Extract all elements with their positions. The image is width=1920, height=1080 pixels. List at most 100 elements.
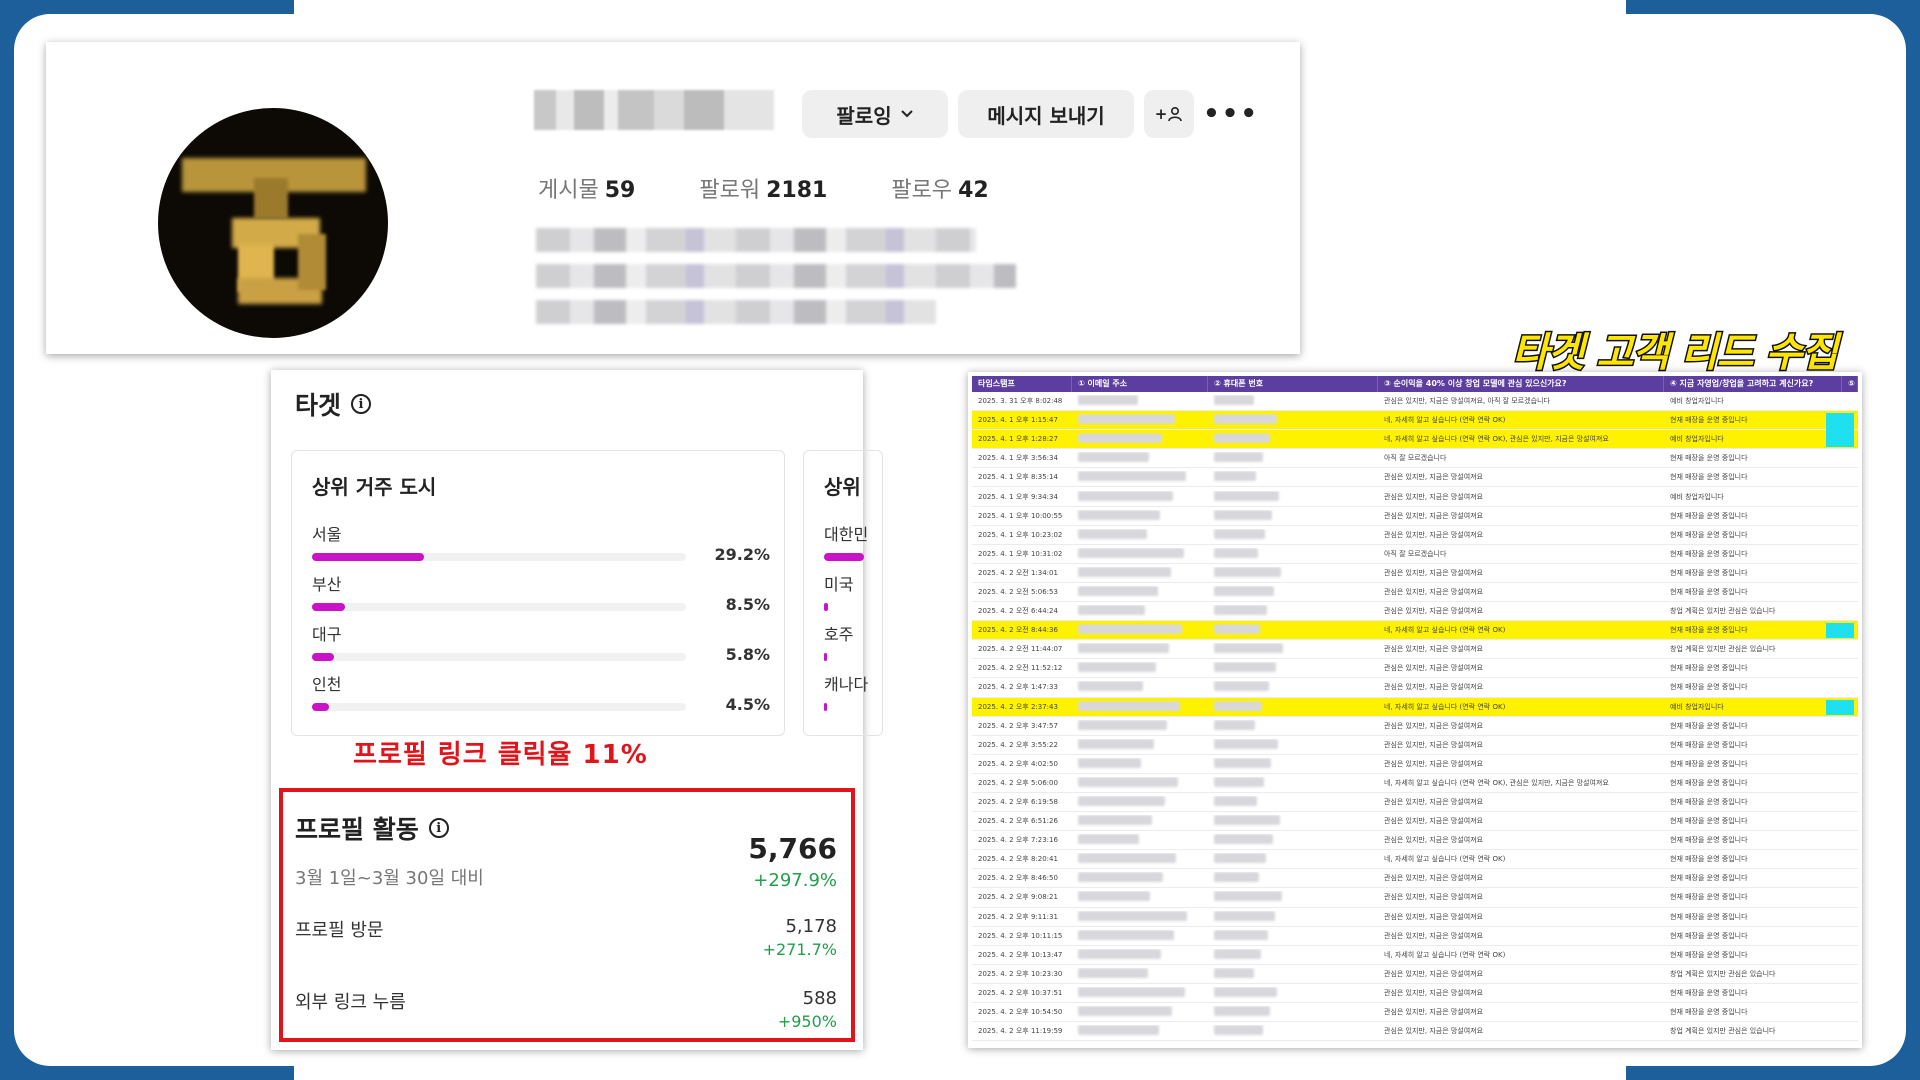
cell-phone-blurred[interactable] [1208,834,1378,846]
table-row[interactable]: 2025. 4. 2 오후 4:02:50 관심은 있지만, 지금은 망설여져요 현… [972,755,1858,774]
header-q4[interactable]: ④ 지금 자영업/창업을 고려하고 계신가요? [1664,376,1842,392]
cell-q3[interactable]: 관심은 있지만, 지금은 망설여져요 [1378,759,1664,769]
cell-q3[interactable]: 아직 잘 모르겠습니다 [1378,549,1664,559]
cell-timestamp[interactable]: 2025. 4. 2 오전 8:44:36 [972,625,1072,635]
cell-phone-blurred[interactable] [1208,452,1378,464]
header-email[interactable]: ① 이메일 주소 [1072,376,1208,392]
cell-q3[interactable]: 관심은 있지만, 지금은 망설여져요 [1378,969,1664,979]
cell-q3[interactable]: 관심은 있지만, 지금은 망설여져요 [1378,988,1664,998]
cell-q4[interactable]: 현재 매장을 운영 중입니다 [1664,549,1842,559]
cell-timestamp[interactable]: 2025. 4. 1 오후 10:23:02 [972,530,1072,540]
cell-phone-blurred[interactable] [1208,929,1378,942]
cell-timestamp[interactable]: 2025. 4. 1 오후 10:00:55 [972,511,1072,521]
cell-q4[interactable]: 창업 계획은 있지만 관심은 있습니다 [1664,644,1842,654]
cell-timestamp[interactable]: 2025. 4. 2 오후 7:23:16 [972,835,1072,845]
cell-email-blurred[interactable] [1072,910,1208,923]
cell-phone-blurred[interactable] [1208,414,1378,426]
cell-timestamp[interactable]: 2025. 4. 2 오후 6:51:26 [972,816,1072,826]
stat-posts[interactable]: 게시물 59 [538,172,635,204]
cell-q3[interactable]: 관심은 있지만, 지금은 망설여져요, 아직 잘 모르겠습니다 [1378,396,1664,406]
cell-email-blurred[interactable] [1072,834,1208,846]
table-row[interactable]: 2025. 4. 1 오후 3:56:34 아직 잘 모르겠습니다 현재 매장을 운… [972,449,1858,469]
cell-phone-blurred[interactable] [1208,585,1378,598]
cell-q4[interactable]: 현재 매장을 운영 중입니다 [1664,415,1842,425]
table-row[interactable]: 2025. 4. 2 오전 5:06:53 관심은 있지만, 지금은 망설여져요 현… [972,583,1858,603]
cell-email-blurred[interactable] [1072,719,1208,732]
cell-email-blurred[interactable] [1072,547,1208,560]
cell-timestamp[interactable]: 2025. 4. 1 오후 3:56:34 [972,453,1072,463]
cell-q4[interactable]: 현재 매장을 운영 중입니다 [1664,740,1842,750]
cell-q4[interactable]: 현재 매장을 운영 중입니다 [1664,625,1842,635]
table-row[interactable]: 2025. 4. 2 오전 11:52:12 관심은 있지만, 지금은 망설여져요… [972,659,1858,679]
cell-q3[interactable]: 관심은 있지만, 지금은 망설여져요 [1378,492,1664,502]
cell-email-blurred[interactable] [1072,528,1208,541]
cell-phone-blurred[interactable] [1208,490,1378,503]
cell-q3[interactable]: 관심은 있지만, 지금은 망설여져요 [1378,740,1664,750]
cell-email-blurred[interactable] [1072,585,1208,598]
cell-q3[interactable]: 관심은 있지만, 지금은 망설여져요 [1378,912,1664,922]
cell-q4[interactable]: 현재 매장을 운영 중입니다 [1664,721,1842,731]
cell-timestamp[interactable]: 2025. 4. 2 오후 9:08:21 [972,892,1072,902]
cell-q4[interactable]: 현재 매장을 운영 중입니다 [1664,530,1842,540]
table-row[interactable]: 2025. 3. 31 오후 8:02:48 관심은 있지만, 지금은 망설여져요… [972,392,1858,412]
cell-timestamp[interactable]: 2025. 4. 2 오후 2:37:43 [972,702,1072,712]
cell-q4[interactable]: 창업 계획은 있지만 관심은 있습니다 [1664,606,1842,616]
cell-q4[interactable]: 현재 매장을 운영 중입니다 [1664,1007,1842,1017]
cell-phone-blurred[interactable] [1208,509,1378,522]
cell-phone-blurred[interactable] [1208,395,1378,407]
cell-q3[interactable]: 관심은 있지만, 지금은 망설여져요 [1378,835,1664,845]
header-timestamp[interactable]: 타임스탬프 [972,376,1072,392]
cell-phone-blurred[interactable] [1208,643,1378,655]
cell-q3[interactable]: 관심은 있지만, 지금은 망설여져요 [1378,892,1664,902]
cell-q3[interactable]: 관심은 있지만, 지금은 망설여져요 [1378,1026,1664,1036]
cell-email-blurred[interactable] [1072,471,1208,483]
cell-q4[interactable]: 현재 매장을 운영 중입니다 [1664,472,1842,482]
cell-timestamp[interactable]: 2025. 4. 2 오전 5:06:53 [972,587,1072,597]
cell-q3[interactable]: 관심은 있지만, 지금은 망설여져요 [1378,530,1664,540]
table-row[interactable]: 2025. 4. 2 오후 10:11:15 관심은 있지만, 지금은 망설여져요… [972,927,1858,946]
add-person-button[interactable]: + [1144,90,1194,138]
table-row[interactable]: 2025. 4. 2 오후 9:08:21 관심은 있지만, 지금은 망설여져요 현… [972,888,1858,908]
cell-q4[interactable]: 예비 창업자입니다 [1664,702,1842,712]
table-row[interactable]: 2025. 4. 1 오후 10:00:55 관심은 있지만, 지금은 망설여져요… [972,507,1858,526]
cell-timestamp[interactable]: 2025. 4. 2 오후 3:47:57 [972,721,1072,731]
cell-timestamp[interactable]: 2025. 4. 2 오후 5:06:00 [972,778,1072,788]
table-row[interactable]: 2025. 4. 2 오후 3:55:22 관심은 있지만, 지금은 망설여져요 현… [972,736,1858,755]
cell-email-blurred[interactable] [1072,986,1208,999]
cell-q4[interactable]: 현재 매장을 운영 중입니다 [1664,663,1842,673]
cell-q3[interactable]: 관심은 있지만, 지금은 망설여져요 [1378,644,1664,654]
table-row[interactable]: 2025. 4. 2 오후 10:23:30 관심은 있지만, 지금은 망설여져요… [972,965,1858,984]
cell-q4[interactable]: 창업 계획은 있지만 관심은 있습니다 [1664,1026,1842,1036]
cell-email-blurred[interactable] [1072,395,1208,407]
cell-phone-blurred[interactable] [1208,1025,1378,1037]
cell-timestamp[interactable]: 2025. 4. 2 오후 10:13:47 [972,950,1072,960]
table-row[interactable]: 2025. 4. 2 오후 5:06:00 네, 자세히 알고 싶습니다 (연락 … [972,774,1858,793]
cell-email-blurred[interactable] [1072,1025,1208,1037]
table-row[interactable]: 2025. 4. 1 오후 8:35:14 관심은 있지만, 지금은 망설여져요 현… [972,468,1858,488]
cell-email-blurred[interactable] [1072,452,1208,464]
cell-q4[interactable]: 현재 매장을 운영 중입니다 [1664,835,1842,845]
stat-followers[interactable]: 팔로워 2181 [699,172,827,204]
cell-q4[interactable]: 예비 창업자입니다 [1664,492,1842,502]
cell-email-blurred[interactable] [1072,853,1208,865]
cell-email-blurred[interactable] [1072,414,1208,426]
cell-q3[interactable]: 네, 자세히 알고 싶습니다 (연락 연락 OK) [1378,625,1664,635]
header-q3[interactable]: ③ 순이익을 40% 이상 창업 모델에 관심 있으신가요? [1378,376,1664,392]
cell-q4[interactable]: 현재 매장을 운영 중입니다 [1664,568,1842,578]
header-phone[interactable]: ② 휴대폰 번호 [1208,376,1378,392]
cell-q4[interactable]: 창업 계획은 있지만 관심은 있습니다 [1664,969,1842,979]
cell-email-blurred[interactable] [1072,796,1208,808]
cell-email-blurred[interactable] [1072,738,1208,751]
cell-q3[interactable]: 관심은 있지만, 지금은 망설여져요 [1378,511,1664,521]
cell-timestamp[interactable]: 2025. 4. 2 오후 8:46:50 [972,873,1072,883]
cell-phone-blurred[interactable] [1208,605,1378,617]
cell-q4[interactable]: 현재 매장을 운영 중입니다 [1664,854,1842,864]
cell-timestamp[interactable]: 2025. 4. 1 오후 10:31:02 [972,549,1072,559]
cell-timestamp[interactable]: 2025. 4. 1 오후 9:34:34 [972,492,1072,502]
cell-timestamp[interactable]: 2025. 4. 2 오후 11:19:59 [972,1026,1072,1036]
cell-phone-blurred[interactable] [1208,547,1378,560]
cell-email-blurred[interactable] [1072,605,1208,617]
cell-q4[interactable]: 현재 매장을 운영 중입니다 [1664,892,1842,902]
cell-q3[interactable]: 네, 자세히 알고 싶습니다 (연락 연락 OK) [1378,702,1664,712]
cell-email-blurred[interactable] [1072,815,1208,827]
